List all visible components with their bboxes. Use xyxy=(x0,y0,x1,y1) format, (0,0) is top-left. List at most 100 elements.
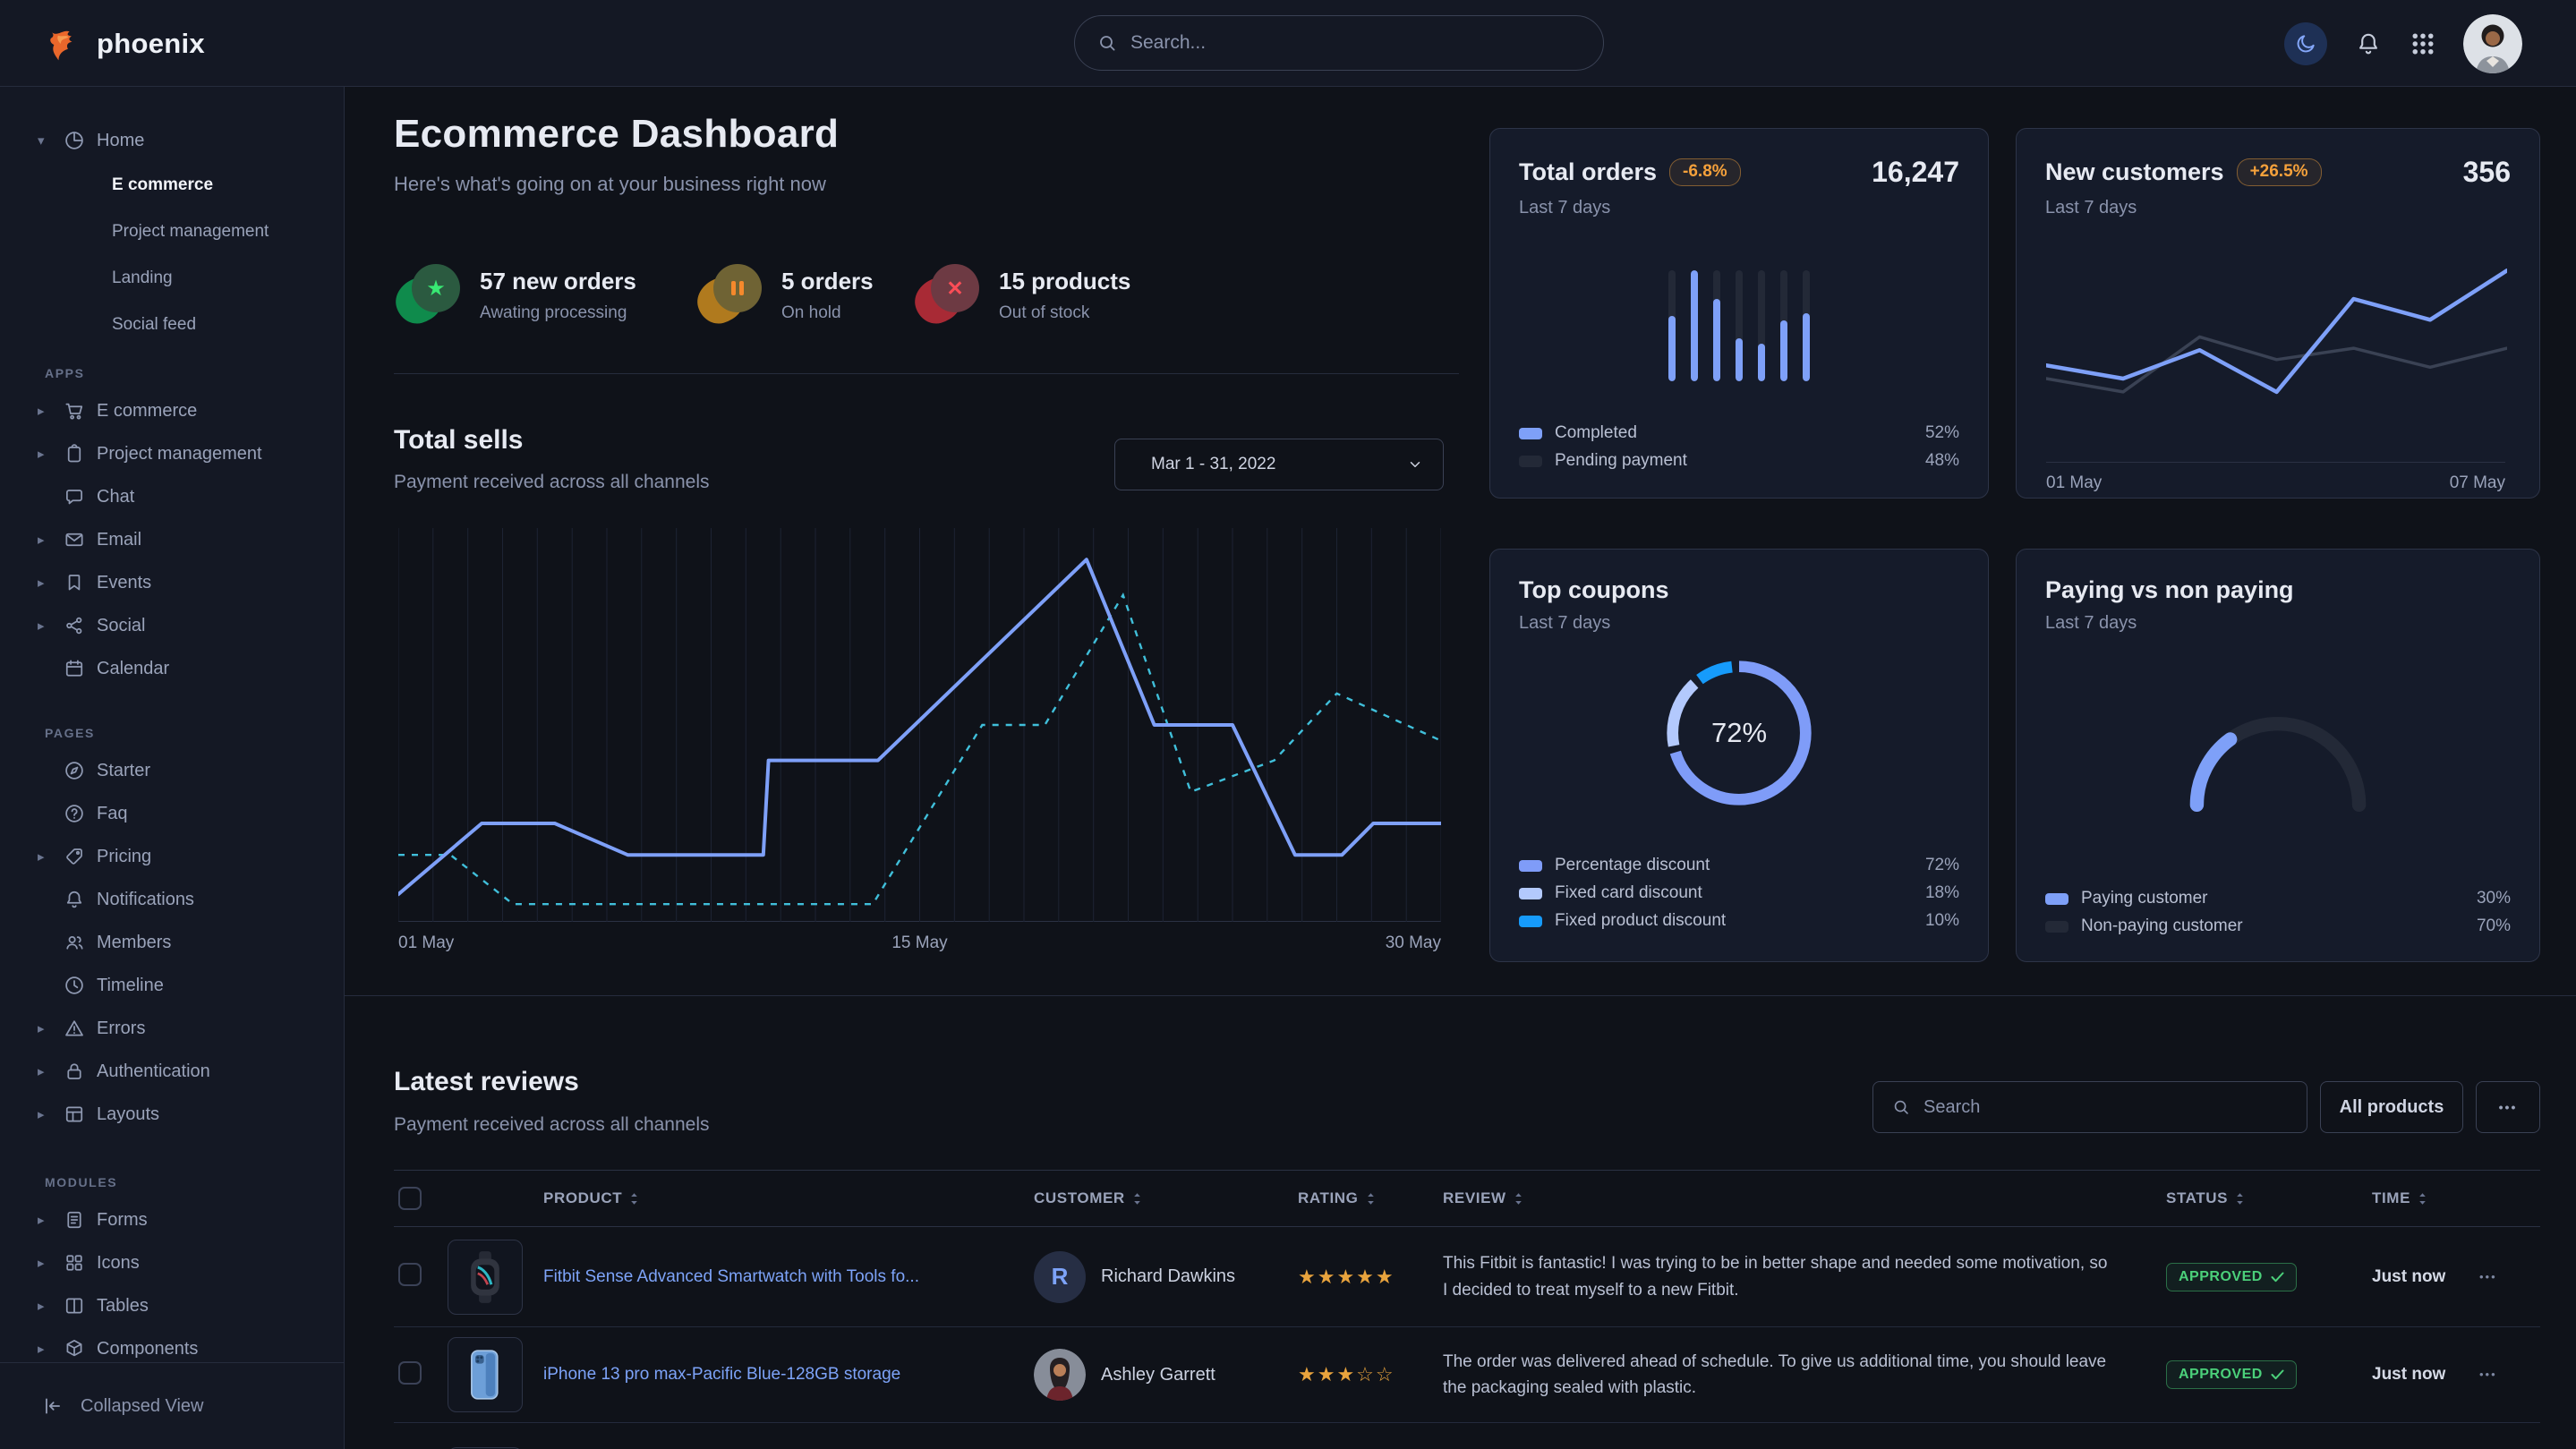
row-checkbox[interactable] xyxy=(398,1361,422,1385)
sidebar-item-email[interactable]: ▸Email xyxy=(0,518,344,561)
column-header-customer[interactable]: CUSTOMER xyxy=(1034,1189,1298,1207)
row-menu-button[interactable]: ••• xyxy=(2479,1368,2497,1381)
sidebar-item-forms[interactable]: ▸Forms xyxy=(0,1198,344,1241)
row-menu-button[interactable]: ••• xyxy=(2479,1270,2497,1283)
grid-2x2-icon xyxy=(63,1251,90,1274)
sidebar-item-label: Project management xyxy=(97,444,262,465)
caret-right-icon: ▸ xyxy=(38,1106,63,1122)
sidebar-item-label: Timeline xyxy=(97,976,164,996)
date-range-value: Mar 1 - 31, 2022 xyxy=(1151,455,1275,474)
total-sells-subtitle: Payment received across all channels xyxy=(394,472,710,493)
caret-right-icon: ▸ xyxy=(38,446,63,462)
sidebar-item-pricing[interactable]: ▸ Pricing xyxy=(0,835,344,878)
sidebar-item-project-management[interactable]: ▸ Project management xyxy=(0,432,344,475)
sidebar-item-calendar[interactable]: Calendar xyxy=(0,647,344,690)
column-label: STATUS xyxy=(2166,1189,2228,1207)
column-header-status[interactable]: STATUS xyxy=(2166,1189,2372,1207)
sidebar-item-timeline[interactable]: Timeline xyxy=(0,964,344,1007)
navbar: phoenix xyxy=(0,0,2576,87)
stat-value: 15 products xyxy=(999,264,1130,295)
global-search[interactable] xyxy=(1074,15,1604,71)
brand[interactable]: phoenix xyxy=(45,0,205,87)
sidebar-item-faq[interactable]: Faq xyxy=(0,792,344,835)
search-icon xyxy=(1891,1097,1911,1117)
sidebar-item-layouts[interactable]: ▸Layouts xyxy=(0,1093,344,1136)
legend-item-fixed-card-discount: Fixed card discount18% xyxy=(1519,883,1959,903)
sidebar-item-label: Tables xyxy=(97,1296,149,1317)
sidebar-item-chat[interactable]: Chat xyxy=(0,475,344,518)
reviews-search-input[interactable] xyxy=(1923,1097,2289,1118)
global-search-input[interactable] xyxy=(1130,32,1582,54)
sidebar-item-label: Events xyxy=(97,573,151,593)
top-coupons-card: Top coupons Last 7 days 72% Percentage d… xyxy=(1489,549,1989,962)
legend-item-pending-payment: Pending payment48% xyxy=(1519,451,1959,471)
all-products-button[interactable]: All products xyxy=(2320,1081,2463,1133)
select-all-checkbox[interactable] xyxy=(398,1187,422,1210)
review-time: Just now xyxy=(2372,1365,2445,1384)
product-link[interactable]: iPhone 13 pro max-Pacific Blue-128GB sto… xyxy=(543,1365,900,1385)
phoenix-logo-icon xyxy=(45,23,86,64)
sidebar-section-apps: APPS xyxy=(0,348,344,389)
sidebar-item-events[interactable]: ▸Events xyxy=(0,561,344,604)
sidebar-item-label: Starter xyxy=(97,761,150,781)
sidebar-item-tables[interactable]: ▸Tables xyxy=(0,1284,344,1327)
customer-name: Ashley Garrett xyxy=(1101,1365,1215,1385)
notifications-button[interactable] xyxy=(2354,30,2383,58)
x-label-end: 07 May xyxy=(2450,473,2505,493)
trend-badge: +26.5% xyxy=(2237,158,2322,186)
column-header-time[interactable]: TIME xyxy=(2372,1189,2479,1207)
product-link[interactable]: Fitbit Sense Advanced Smartwatch with To… xyxy=(543,1267,919,1287)
sidebar-item-label: Email xyxy=(97,530,141,550)
column-header-review[interactable]: REVIEW xyxy=(1443,1189,2166,1207)
review-time: Just now xyxy=(2372,1267,2445,1286)
column-header-product[interactable]: PRODUCT xyxy=(448,1189,1034,1207)
column-header-rating[interactable]: RATING xyxy=(1298,1189,1443,1207)
collapsed-view-toggle[interactable]: Collapsed View xyxy=(0,1362,344,1449)
sidebar-item-label: Forms xyxy=(97,1210,148,1231)
caret-right-icon: ▸ xyxy=(38,848,63,865)
sidebar-item-home[interactable]: ▾Home xyxy=(0,119,344,162)
collapsed-view-label: Collapsed View xyxy=(81,1396,204,1417)
users-icon xyxy=(63,931,90,954)
sidebar-subitem-landing[interactable]: Landing xyxy=(0,255,344,302)
sidebar-item-members[interactable]: Members xyxy=(0,921,344,964)
reviews-table-header: PRODUCTCUSTOMERRATINGREVIEWSTATUS TIME xyxy=(394,1170,2540,1227)
reviews-search[interactable] xyxy=(1872,1081,2307,1133)
star-rating: ★★★★★ xyxy=(1298,1266,1395,1288)
sidebar-item-social[interactable]: ▸Social xyxy=(0,604,344,647)
stat-awating-processing: ★57 new ordersAwating processing xyxy=(401,264,636,323)
sidebar-subitem-e-commerce[interactable]: E commerce xyxy=(0,162,344,209)
sidebar-item-e-commerce[interactable]: ▸E commerce xyxy=(0,389,344,432)
sidebar-item-notifications[interactable]: Notifications xyxy=(0,878,344,921)
sidebar-item-label: Components xyxy=(97,1339,198,1360)
legend-item-completed: Completed52% xyxy=(1519,423,1959,443)
card-caption: Last 7 days xyxy=(1519,198,1959,218)
row-checkbox[interactable] xyxy=(398,1263,422,1286)
x-label-end: 30 May xyxy=(1386,933,1441,953)
trend-badge: -6.8% xyxy=(1669,158,1741,186)
compass-icon xyxy=(63,759,90,782)
sidebar-subitem-social-feed[interactable]: Social feed xyxy=(0,302,344,348)
sidebar-item-icons[interactable]: ▸Icons xyxy=(0,1241,344,1284)
page-title: Ecommerce Dashboard xyxy=(394,112,839,157)
sidebar-section-pages: PAGES xyxy=(0,708,344,749)
stat-out-of-stock: ✕15 productsOut of stock xyxy=(920,264,1130,323)
reviews-more-button[interactable]: ••• xyxy=(2476,1081,2540,1133)
share-icon xyxy=(63,614,90,637)
caret-right-icon: ▸ xyxy=(38,1341,63,1357)
user-avatar[interactable] xyxy=(2463,14,2522,73)
apps-grid-button[interactable] xyxy=(2410,30,2436,57)
sidebar-item-errors[interactable]: ▸Errors xyxy=(0,1007,344,1050)
dark-mode-toggle[interactable] xyxy=(2284,22,2327,65)
legend-item-fixed-product-discount: Fixed product discount10% xyxy=(1519,911,1959,931)
date-range-select[interactable]: Mar 1 - 31, 2022 xyxy=(1114,439,1444,490)
stat-caption: Out of stock xyxy=(999,303,1130,323)
sidebar-item-label: Notifications xyxy=(97,890,194,910)
sidebar-item-label: Pricing xyxy=(97,847,151,867)
total-orders-card: Total orders -6.8% 16,247 Last 7 days Co… xyxy=(1489,128,1989,499)
sidebar-item-starter[interactable]: Starter xyxy=(0,749,344,792)
sidebar-subitem-project-management[interactable]: Project management xyxy=(0,209,344,255)
question-circle-icon xyxy=(63,802,90,825)
table-columns-icon xyxy=(63,1294,90,1317)
sidebar-item-authentication[interactable]: ▸Authentication xyxy=(0,1050,344,1093)
